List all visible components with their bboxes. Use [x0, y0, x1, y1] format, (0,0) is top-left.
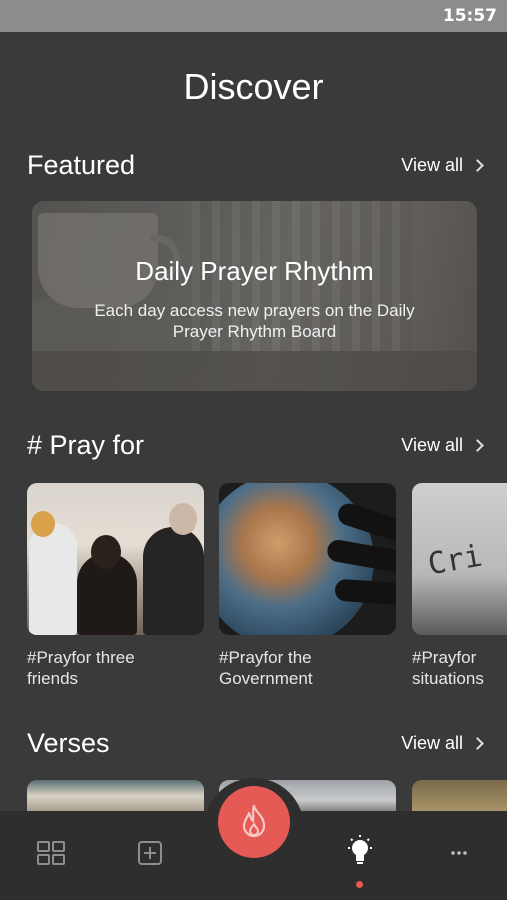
card-label: #Prayfor situations: [412, 648, 484, 688]
featured-card-daily-prayer-rhythm[interactable]: Daily Prayer Rhythm Each day access new …: [32, 201, 477, 391]
flame-fab-button[interactable]: [218, 786, 290, 858]
view-all-label: View all: [401, 155, 463, 175]
person-head: [91, 535, 121, 569]
card-label: #Prayfor the Government: [219, 648, 313, 688]
chevron-right-icon: [471, 159, 484, 172]
crisis-image-text: Cri: [425, 538, 485, 583]
globe-image: [219, 483, 396, 635]
verses-view-all-link[interactable]: View all: [401, 733, 484, 754]
active-indicator-dot: [356, 881, 363, 888]
more-icon: [451, 851, 467, 855]
card-overlay: [32, 201, 477, 391]
featured-card-description: Each day access new prayers on the Daily…: [94, 301, 415, 341]
status-bar: 15:57: [0, 0, 507, 32]
page-title: Discover: [183, 66, 324, 107]
person-head: [169, 503, 197, 535]
featured-header: Featured View all: [27, 150, 484, 184]
featured-title: Featured: [27, 150, 136, 180]
pray-for-card-situations[interactable]: Cri #Prayfor situations: [412, 483, 507, 689]
discover-screen: 15:57 Discover Featured View all Daily P…: [0, 0, 507, 900]
chevron-right-icon: [471, 439, 484, 452]
grid-icon: [37, 841, 65, 865]
pray-for-header: # Pray for View all: [27, 430, 484, 464]
view-all-label: View all: [401, 733, 463, 753]
lightbulb-icon: [348, 835, 372, 864]
add-square-icon: [138, 841, 162, 865]
nav-more-button[interactable]: [444, 838, 474, 868]
pray-for-carousel[interactable]: #Prayfor three friends #Prayfor the Gove…: [27, 483, 507, 703]
card-label: #Prayfor three friends: [27, 648, 135, 688]
pray-for-title: # Pray for: [27, 430, 145, 460]
verses-title: Verses: [27, 728, 110, 758]
verses-header: Verses View all: [27, 728, 484, 762]
flame-icon: [242, 804, 266, 838]
nav-discover-button[interactable]: [345, 834, 375, 864]
pray-for-card-friends[interactable]: #Prayfor three friends: [27, 483, 204, 689]
person-head: [31, 511, 55, 537]
person-figure: [29, 523, 77, 635]
featured-view-all-link[interactable]: View all: [401, 155, 484, 176]
status-time: 15:57: [442, 6, 497, 26]
featured-card-title: Daily Prayer Rhythm: [135, 256, 374, 286]
friends-image: [27, 483, 204, 635]
nav-add-button[interactable]: [135, 838, 165, 868]
crisis-image: Cri: [412, 483, 507, 635]
nav-grid-button[interactable]: [36, 838, 66, 868]
chevron-right-icon: [471, 737, 484, 750]
pray-for-view-all-link[interactable]: View all: [401, 435, 484, 456]
view-all-label: View all: [401, 435, 463, 455]
pray-for-card-government[interactable]: #Prayfor the Government: [219, 483, 396, 689]
person-figure: [143, 527, 204, 635]
